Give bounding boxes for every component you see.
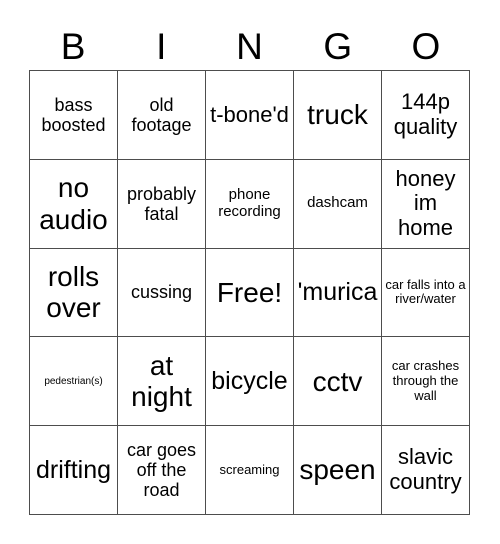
bingo-cell-label: drifting — [35, 456, 112, 485]
bingo-cell-label: phone recording — [218, 185, 281, 220]
bingo-header-row: B I N G O — [29, 22, 470, 70]
bingo-cell-r5c5[interactable]: slavic country — [382, 426, 470, 515]
bingo-cell-r3c1[interactable]: rolls over — [30, 248, 118, 338]
bingo-header-letter-o: O — [411, 25, 441, 67]
bingo-cell-label: rolls over — [46, 261, 101, 324]
bingo-cell-r1c4[interactable]: truck — [294, 71, 382, 160]
bingo-cell-r4c2[interactable]: at night — [118, 337, 206, 427]
bingo-cell-label: probably fatal — [126, 183, 197, 224]
bingo-cell-r1c2[interactable]: old footage — [118, 71, 206, 160]
bingo-cell-r4c4[interactable]: cctv — [294, 337, 382, 427]
bingo-cell-label: no audio — [39, 172, 108, 235]
bingo-cell-r3c4[interactable]: 'murica — [294, 248, 382, 338]
bingo-cell-r1c5[interactable]: 144p quality — [382, 71, 470, 160]
bingo-cell-label: bass boosted — [41, 94, 106, 135]
bingo-cell-r2c5[interactable]: honey im home — [382, 159, 470, 249]
bingo-header-letter-i: I — [156, 25, 167, 67]
bingo-cell-free-space[interactable]: Free! — [206, 248, 294, 338]
bingo-header-letter-g: G — [323, 25, 353, 67]
bingo-cell-r2c3[interactable]: phone recording — [206, 159, 294, 249]
bingo-grid: bass boosted old footage t-bone'd truck … — [29, 70, 470, 515]
bingo-header-letter-b: B — [60, 25, 86, 67]
bingo-cell-label: pedestrian(s) — [44, 375, 103, 387]
bingo-cell-r3c2[interactable]: cussing — [118, 248, 206, 338]
bingo-header-letter-n: N — [236, 25, 263, 67]
bingo-cell-label: t-bone'd — [210, 101, 289, 127]
bingo-cell-label: 144p quality — [393, 89, 458, 139]
bingo-cell-label: bicycle — [211, 367, 288, 396]
bingo-cell-r5c2[interactable]: car goes off the road — [118, 426, 206, 515]
bingo-cell-label: speen — [299, 454, 376, 486]
bingo-cell-label: honey im home — [395, 165, 456, 240]
bingo-cell-r5c4[interactable]: speen — [294, 426, 382, 515]
bingo-cell-label: 'murica — [297, 278, 378, 307]
bingo-cell-label: dashcam — [307, 194, 368, 212]
bingo-cell-r4c1[interactable]: pedestrian(s) — [30, 337, 118, 427]
bingo-cell-label: cussing — [130, 282, 193, 303]
bingo-cell-label: cctv — [312, 365, 363, 397]
bingo-cell-r3c5[interactable]: car falls into a river/water — [382, 248, 470, 338]
bingo-cell-r2c4[interactable]: dashcam — [294, 159, 382, 249]
bingo-cell-r1c3[interactable]: t-bone'd — [206, 71, 294, 160]
bingo-cell-label: car crashes through the wall — [391, 358, 460, 403]
bingo-cell-r1c1[interactable]: bass boosted — [30, 71, 118, 160]
bingo-cell-label: screaming — [219, 461, 280, 477]
bingo-cell-r2c2[interactable]: probably fatal — [118, 159, 206, 249]
bingo-cell-label: car goes off the road — [126, 439, 197, 501]
bingo-cell-r5c3[interactable]: screaming — [206, 426, 294, 515]
bingo-cell-r2c1[interactable]: no audio — [30, 159, 118, 249]
bingo-cell-label: truck — [307, 99, 368, 131]
bingo-cell-label: car falls into a river/water — [385, 276, 466, 307]
free-space-label: Free! — [216, 276, 283, 308]
bingo-cell-r4c5[interactable]: car crashes through the wall — [382, 337, 470, 427]
bingo-cell-label: at night — [131, 349, 192, 413]
bingo-cell-label: slavic country — [389, 444, 462, 495]
bingo-cell-r5c1[interactable]: drifting — [30, 426, 118, 515]
bingo-cell-label: old footage — [131, 94, 192, 135]
bingo-cell-r4c3[interactable]: bicycle — [206, 337, 294, 427]
bingo-card: B I N G O bass boosted old footage t-bon… — [0, 0, 500, 544]
